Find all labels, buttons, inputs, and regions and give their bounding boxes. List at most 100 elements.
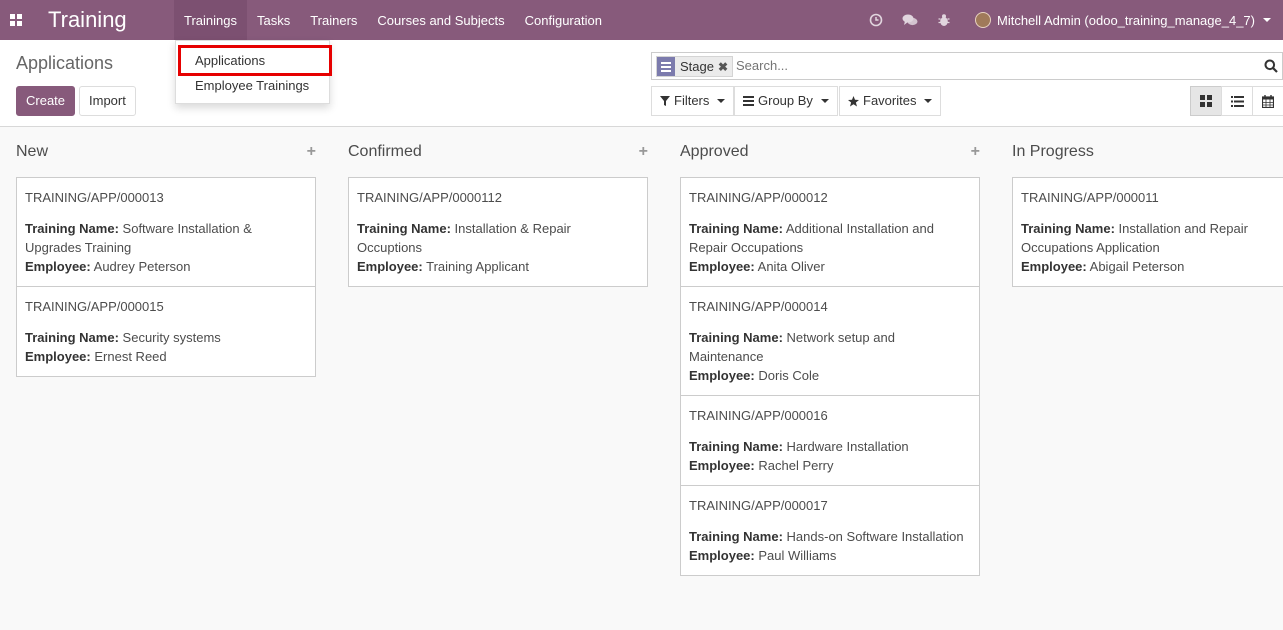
- apps-grid-icon: [10, 14, 22, 26]
- list-view-icon: [1230, 95, 1244, 107]
- card-training-name: Training Name: Installation and Repair O…: [1021, 219, 1283, 257]
- card-reference: TRAINING/APP/000015: [25, 299, 164, 314]
- training-name-value: Security systems: [122, 330, 221, 345]
- messaging-chat-icon[interactable]: [893, 0, 927, 40]
- kanban-card[interactable]: TRAINING/APP/000015 Training Name: Secur…: [16, 286, 316, 377]
- training-name-label: Training Name:: [25, 330, 119, 345]
- app-title: Training: [48, 7, 127, 32]
- import-button[interactable]: Import: [79, 86, 136, 116]
- search-input[interactable]: [736, 58, 1236, 73]
- highlight-box: [178, 45, 332, 76]
- kanban-card[interactable]: TRAINING/APP/000011 Training Name: Insta…: [1012, 177, 1283, 287]
- card-reference: TRAINING/APP/000014: [689, 299, 828, 314]
- training-name-label: Training Name:: [689, 439, 783, 454]
- kanban-card[interactable]: TRAINING/APP/000014 Training Name: Netwo…: [680, 286, 980, 396]
- create-button[interactable]: Create: [16, 86, 76, 116]
- filter-icon: [660, 96, 670, 106]
- column-title: New: [16, 143, 49, 160]
- card-employee: Employee: Ernest Reed: [25, 347, 307, 366]
- user-name: Mitchell Admin (odoo_training_manage_4_7…: [997, 12, 1255, 28]
- training-name-label: Training Name:: [25, 221, 119, 236]
- view-switcher: [1190, 86, 1283, 116]
- card-employee: Employee: Rachel Perry: [689, 456, 971, 475]
- training-name-label: Training Name:: [689, 529, 783, 544]
- training-name-label: Training Name:: [689, 221, 783, 236]
- main-menu: Trainings Tasks Trainers Courses and Sub…: [174, 0, 612, 40]
- menu-configuration[interactable]: Configuration: [515, 0, 612, 40]
- menu-tasks[interactable]: Tasks: [247, 0, 300, 40]
- kanban-board: New + TRAINING/APP/000013 Training Name:…: [0, 128, 1283, 630]
- employee-label: Employee:: [357, 259, 423, 274]
- quick-create-plus-icon[interactable]: +: [307, 143, 316, 161]
- quick-create-plus-icon[interactable]: +: [639, 143, 648, 161]
- column-header: New +: [16, 143, 316, 163]
- search-icon[interactable]: [1264, 59, 1278, 73]
- group-by-label: Group By: [758, 93, 813, 108]
- card-training-name: Training Name: Security systems: [25, 328, 307, 347]
- chevron-down-icon: [717, 99, 726, 103]
- employee-value: Abigail Peterson: [1089, 259, 1185, 274]
- kanban-card[interactable]: TRAINING/APP/0000112 Training Name: Inst…: [348, 177, 648, 287]
- column-header: Confirmed +: [348, 143, 648, 163]
- card-reference: TRAINING/APP/000012: [689, 190, 828, 205]
- employee-value: Training Applicant: [426, 259, 529, 274]
- filters-label: Filters: [674, 93, 710, 108]
- card-reference: TRAINING/APP/000017: [689, 498, 828, 513]
- kanban-view-button[interactable]: [1190, 86, 1222, 116]
- filters-button[interactable]: Filters: [651, 86, 735, 116]
- list-view-button[interactable]: [1221, 86, 1253, 116]
- menu-courses-and-subjects[interactable]: Courses and Subjects: [367, 0, 514, 40]
- employee-label: Employee:: [689, 368, 755, 383]
- breadcrumb: Applications: [16, 53, 114, 73]
- employee-label: Employee:: [689, 458, 755, 473]
- close-icon[interactable]: ✖: [718, 60, 732, 74]
- menu-trainers[interactable]: Trainers: [300, 0, 367, 40]
- kanban-card[interactable]: TRAINING/APP/000016 Training Name: Hardw…: [680, 395, 980, 486]
- card-employee: Employee: Training Applicant: [357, 257, 639, 276]
- kanban-card[interactable]: TRAINING/APP/000013 Training Name: Softw…: [16, 177, 316, 287]
- card-reference: TRAINING/APP/000013: [25, 190, 164, 205]
- calendar-view-button[interactable]: [1252, 86, 1283, 116]
- card-training-name: Training Name: Network setup and Mainten…: [689, 328, 971, 366]
- activity-clock-icon[interactable]: [859, 0, 893, 40]
- search-bar: Stage ✖: [651, 52, 1283, 80]
- training-name-value: Hands-on Software Installation: [786, 529, 964, 544]
- quick-create-plus-icon[interactable]: +: [971, 143, 980, 161]
- card-employee: Employee: Doris Cole: [689, 366, 971, 385]
- navbar-systray: Mitchell Admin (odoo_training_manage_4_7…: [859, 0, 1283, 40]
- column-title: In Progress: [1012, 143, 1094, 160]
- card-reference: TRAINING/APP/0000112: [357, 190, 502, 205]
- training-name-label: Training Name:: [1021, 221, 1115, 236]
- employee-label: Employee:: [25, 259, 91, 274]
- card-employee: Employee: Abigail Peterson: [1021, 257, 1283, 276]
- facet-label: Stage: [680, 59, 714, 74]
- dropdown-item-employee-trainings[interactable]: Employee Trainings: [176, 75, 329, 97]
- column-title: Approved: [680, 143, 749, 160]
- menu-trainings[interactable]: Trainings: [174, 0, 247, 40]
- card-employee: Employee: Anita Oliver: [689, 257, 971, 276]
- apps-menu-button[interactable]: [0, 0, 32, 40]
- column-title: Confirmed: [348, 143, 422, 160]
- employee-label: Employee:: [689, 259, 755, 274]
- group-by-list-icon: [657, 57, 675, 76]
- chevron-down-icon: [924, 99, 933, 103]
- column-header: Approved +: [680, 143, 980, 163]
- employee-label: Employee:: [689, 548, 755, 563]
- card-reference: TRAINING/APP/000016: [689, 408, 828, 423]
- card-training-name: Training Name: Hands-on Software Install…: [689, 527, 971, 546]
- favorites-button[interactable]: Favorites: [839, 86, 942, 116]
- employee-value: Paul Williams: [758, 548, 837, 563]
- employee-value: Doris Cole: [758, 368, 820, 383]
- kanban-card[interactable]: TRAINING/APP/000017 Training Name: Hands…: [680, 485, 980, 576]
- card-training-name: Training Name: Software Installation & U…: [25, 219, 307, 257]
- user-menu[interactable]: Mitchell Admin (odoo_training_manage_4_7…: [975, 12, 1271, 28]
- debug-bug-icon[interactable]: [927, 0, 961, 40]
- search-facet-stage[interactable]: Stage ✖: [656, 56, 734, 77]
- card-reference: TRAINING/APP/000011: [1021, 190, 1159, 205]
- group-by-button[interactable]: Group By: [734, 86, 838, 116]
- employee-label: Employee:: [25, 349, 91, 364]
- card-employee: Employee: Audrey Peterson: [25, 257, 307, 276]
- card-training-name: Training Name: Installation & Repair Occ…: [357, 219, 639, 257]
- column-header: In Progress: [1012, 143, 1283, 163]
- kanban-card[interactable]: TRAINING/APP/000012 Training Name: Addit…: [680, 177, 980, 287]
